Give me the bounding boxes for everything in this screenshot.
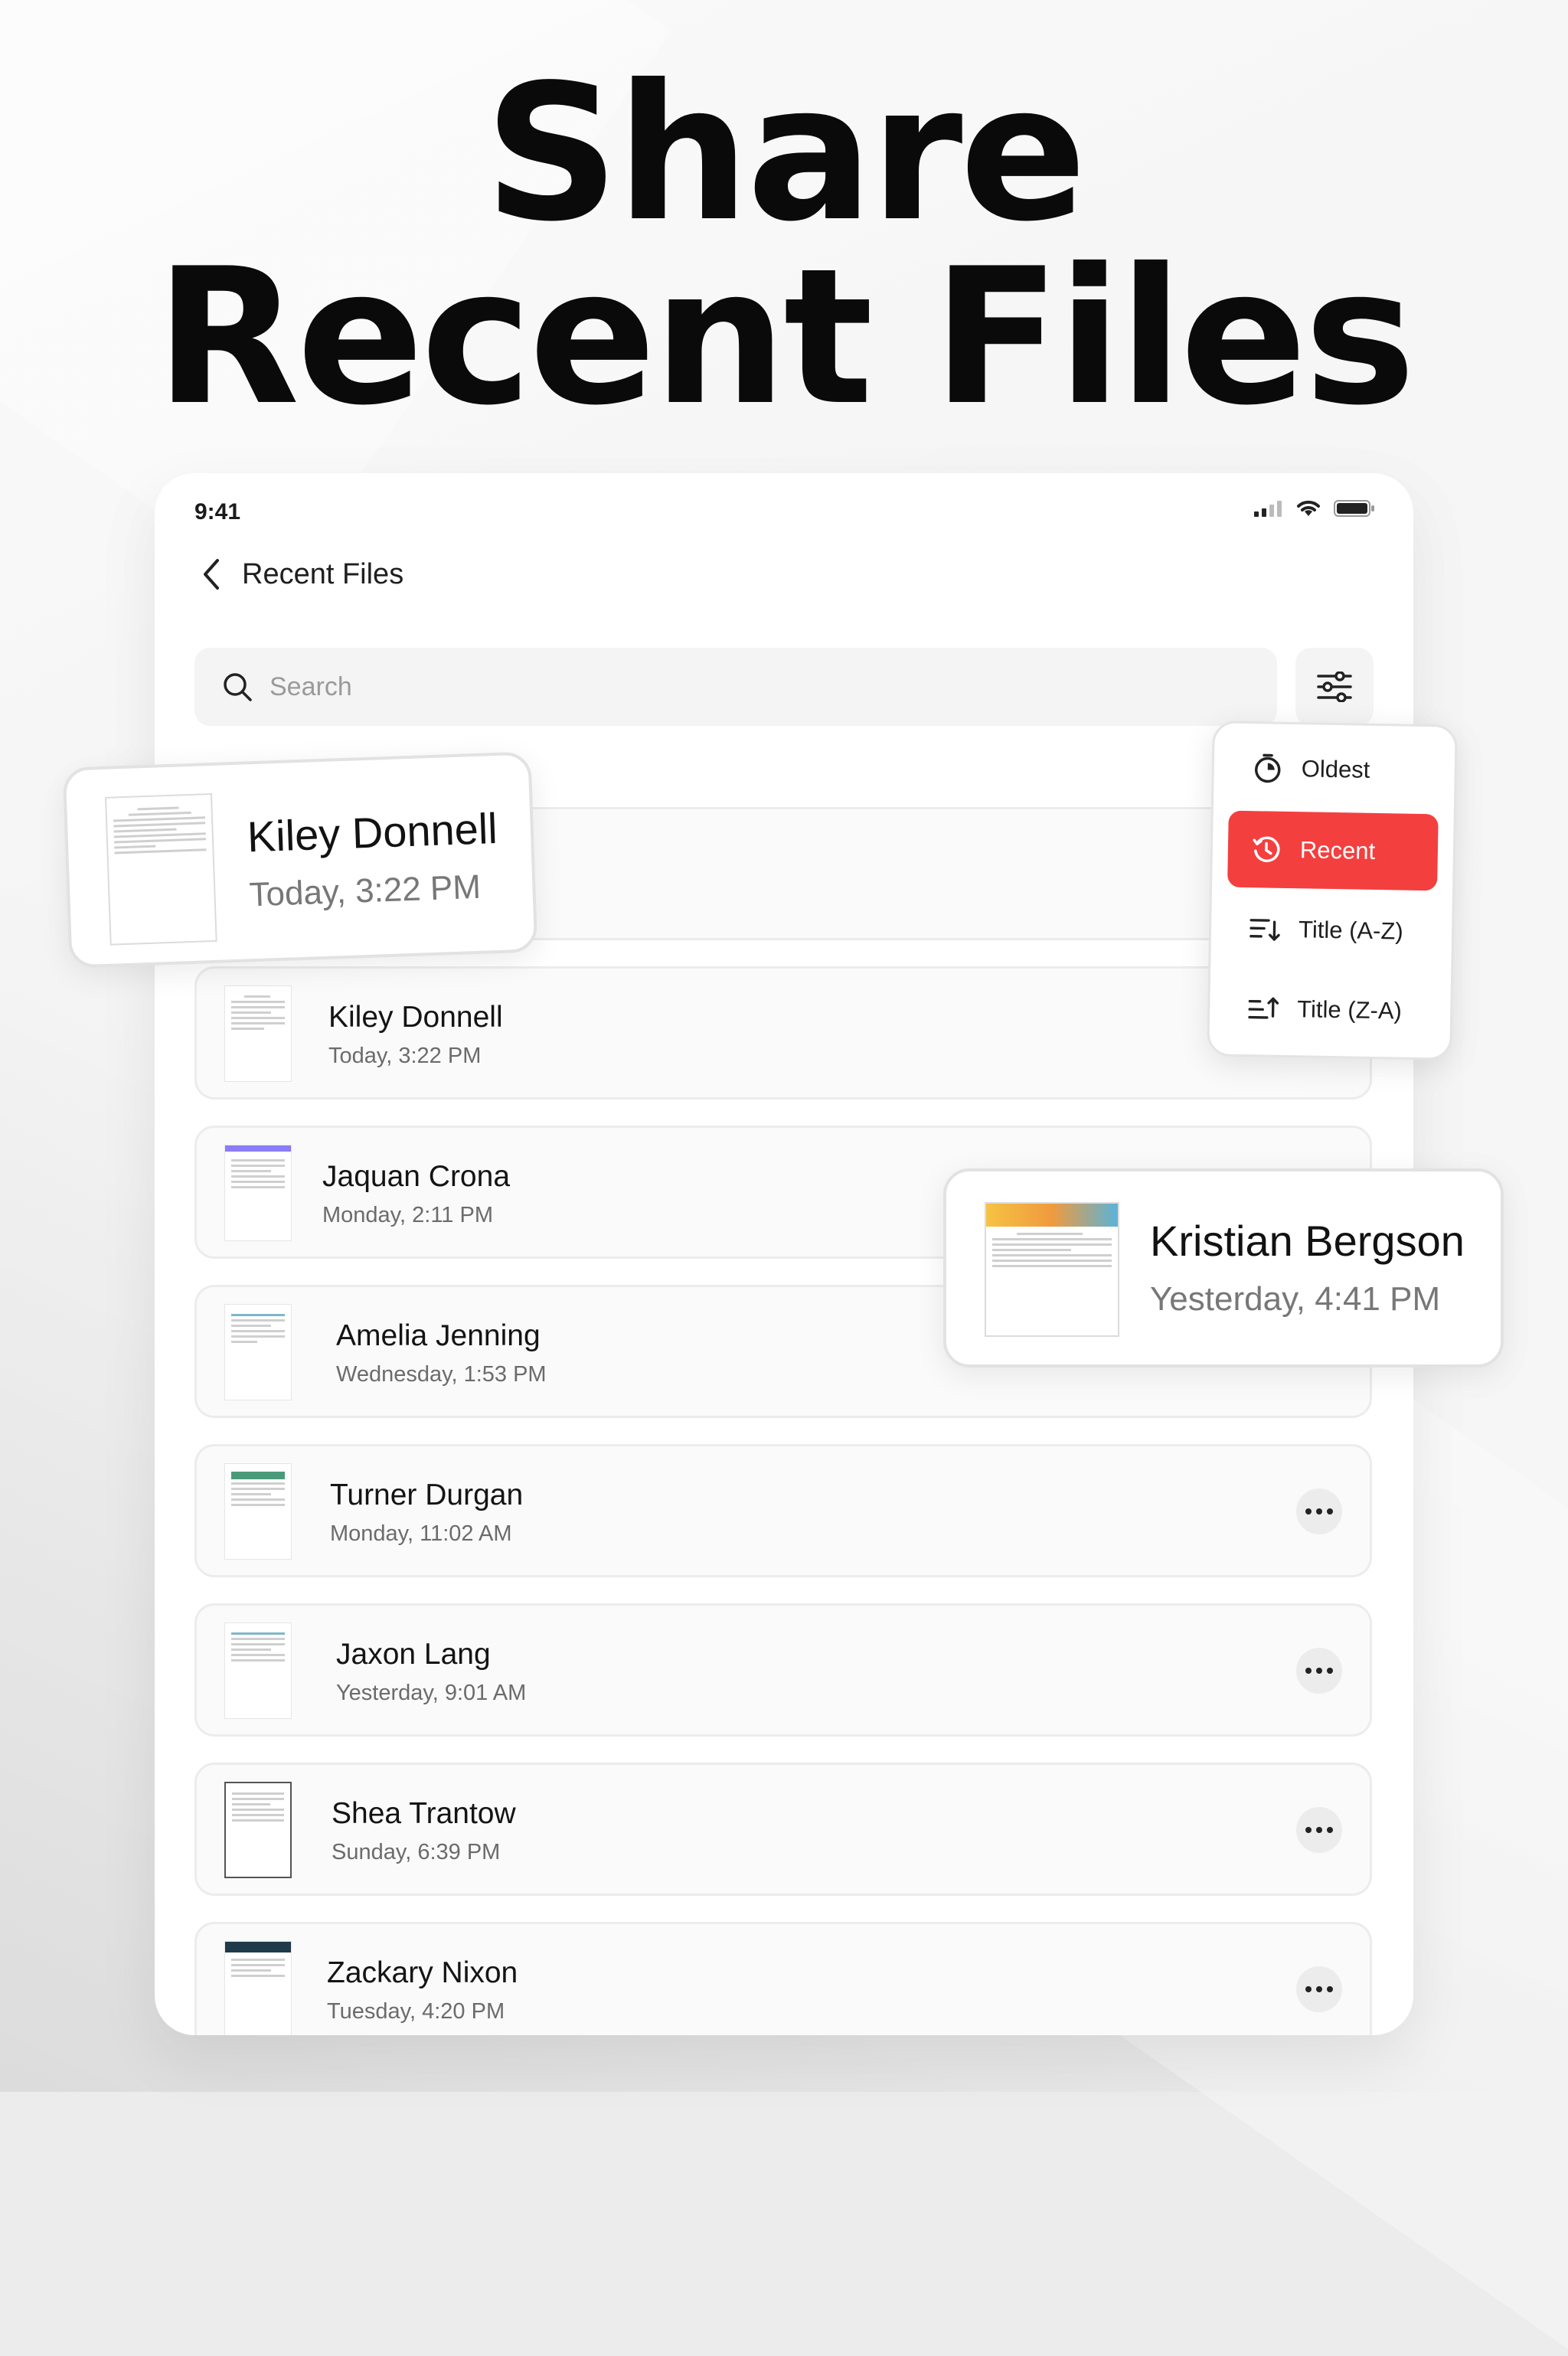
page-title: Recent Files: [242, 558, 403, 591]
card-file-date: Yesterday, 4:41 PM: [1150, 1280, 1440, 1319]
sort-menu: Oldest Recent Title (A-Z) Title (Z-A): [1207, 721, 1458, 1060]
file-name: Jaquan Crona: [322, 1160, 510, 1194]
file-name: Turner Durgan: [330, 1479, 523, 1512]
more-options-button[interactable]: [1296, 1648, 1342, 1694]
history-icon: [1251, 834, 1282, 865]
wifi-icon: [1295, 499, 1321, 518]
sort-option-label: Oldest: [1301, 755, 1370, 784]
document-thumbnail: [224, 1463, 292, 1560]
search-icon: [222, 672, 253, 702]
list-item[interactable]: Turner Durgan Monday, 11:02 AM: [194, 1444, 1372, 1577]
sliders-icon: [1317, 672, 1352, 702]
sort-ascending-icon: [1250, 915, 1281, 943]
sort-option-title-az[interactable]: Title (A-Z): [1226, 890, 1437, 971]
navigation-bar: Recent Files: [201, 557, 403, 591]
document-thumbnail: [105, 793, 217, 946]
status-time: 9:41: [194, 499, 240, 525]
search-input[interactable]: [268, 672, 1190, 703]
file-name: Kiley Donnell: [328, 1001, 503, 1034]
status-icons: [1254, 499, 1375, 518]
more-options-button[interactable]: [1296, 1966, 1342, 2012]
more-options-button[interactable]: [1296, 1807, 1342, 1853]
file-date: Today, 3:22 PM: [328, 1044, 481, 1069]
document-thumbnail: [985, 1202, 1119, 1337]
more-options-button[interactable]: [1296, 1488, 1342, 1534]
file-date: Tuesday, 4:20 PM: [327, 1999, 505, 2024]
highlight-card[interactable]: Kristian Bergson Yesterday, 4:41 PM: [943, 1168, 1504, 1368]
card-file-date: Today, 3:22 PM: [249, 868, 482, 915]
sort-descending-icon: [1248, 995, 1279, 1023]
file-date: Sunday, 6:39 PM: [332, 1840, 500, 1865]
sort-option-label: Title (A-Z): [1298, 916, 1403, 945]
sort-option-label: Recent: [1300, 836, 1376, 865]
headline-line-1: Share: [0, 60, 1568, 247]
headline-line-2: Recent Files: [0, 243, 1568, 431]
cellular-signal-icon: [1254, 500, 1283, 517]
file-date: Yesterday, 9:01 AM: [336, 1681, 526, 1706]
sort-option-oldest[interactable]: Oldest: [1229, 730, 1440, 810]
filter-button[interactable]: [1295, 648, 1374, 726]
card-file-name: Kristian Bergson: [1150, 1216, 1465, 1266]
list-item[interactable]: Kiley Donnell Today, 3:22 PM: [194, 966, 1372, 1100]
document-thumbnail: [224, 985, 292, 1082]
battery-icon: [1334, 499, 1375, 518]
file-name: Shea Trantow: [332, 1797, 516, 1831]
file-name: Amelia Jenning: [336, 1319, 541, 1353]
sort-option-label: Title (Z-A): [1297, 995, 1402, 1024]
file-date: Wednesday, 1:53 PM: [336, 1362, 547, 1387]
list-item[interactable]: Shea Trantow Sunday, 6:39 PM: [194, 1763, 1372, 1896]
sort-option-title-za[interactable]: Title (Z-A): [1224, 970, 1436, 1051]
file-date: Monday, 11:02 AM: [330, 1521, 512, 1547]
file-name: Jaxon Lang: [336, 1638, 491, 1671]
stopwatch-icon: [1253, 753, 1282, 784]
file-name: Zackary Nixon: [327, 1956, 518, 1990]
sort-option-recent[interactable]: Recent: [1227, 811, 1439, 891]
document-thumbnail: [224, 1304, 292, 1400]
file-date: Monday, 2:11 PM: [322, 1203, 493, 1228]
document-thumbnail: [224, 1941, 292, 2035]
card-file-name: Kiley Donnell: [247, 803, 498, 861]
search-bar[interactable]: [194, 648, 1277, 726]
list-item[interactable]: Jaxon Lang Yesterday, 9:01 AM: [194, 1603, 1372, 1737]
document-thumbnail: [224, 1622, 292, 1719]
document-thumbnail: [224, 1145, 292, 1241]
list-item[interactable]: Zackary Nixon Tuesday, 4:20 PM: [194, 1922, 1372, 2035]
back-chevron-icon[interactable]: [201, 557, 222, 591]
document-thumbnail: [224, 1782, 292, 1878]
highlight-card[interactable]: Kiley Donnell Today, 3:22 PM: [63, 751, 538, 968]
